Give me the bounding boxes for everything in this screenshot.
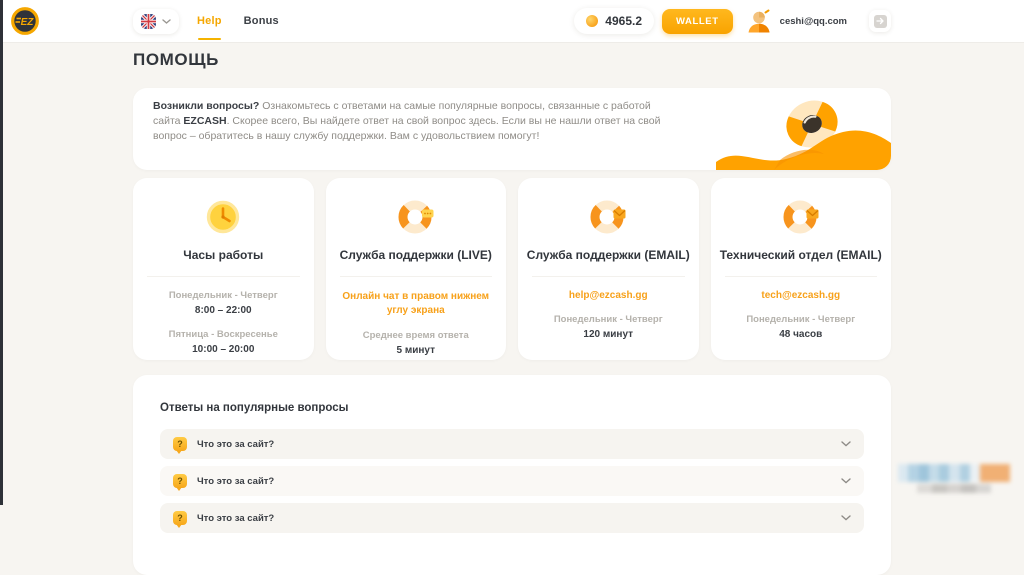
card-title: Технический отдел (EMAIL) [719,248,882,262]
language-dropdown[interactable] [133,8,179,34]
support-cards: Часы работы Понедельник - Четверг 8:00 –… [133,178,891,360]
lifebuoy-mail-icon [711,197,892,237]
response-value: 120 минут [583,329,634,340]
logout-button[interactable] [869,10,891,32]
chevron-down-icon[interactable] [841,515,851,521]
wallet-button[interactable]: WALLET [662,8,733,34]
hours-days: Понедельник - Четверг [168,290,278,301]
response-time-row: Понедельник - Четверг 48 часов [711,314,892,340]
response-days: Понедельник - Четверг [746,314,856,325]
faq-list: ? Что это за сайт? ? Что это за сайт? ? … [133,429,891,533]
tab-help[interactable]: Help [197,15,222,40]
blurred-watermark [898,464,1010,493]
avatar [746,8,772,34]
lifebuoy-waves-illustration [716,100,891,170]
response-label: Среднее время ответа [362,330,469,341]
help-intro-banner: Возникли вопросы? Ознакомьтесь с ответам… [133,88,891,170]
support-email-link[interactable]: help@ezcash.gg [518,290,699,301]
tab-bonus[interactable]: Bonus [244,15,279,27]
banner-intro-bold: Возникли вопросы? [153,100,260,112]
chevron-down-icon[interactable] [841,478,851,484]
faq-item[interactable]: ? Что это за сайт? [160,503,864,533]
card-support-live: Служба поддержки (LIVE) Онлайн чат в пра… [325,178,507,360]
hours-time: 10:00 – 20:00 [192,344,255,355]
lifebuoy-chat-icon [326,197,507,237]
chevron-down-icon[interactable] [841,441,851,447]
lifebuoy-mail-icon [518,197,699,237]
divider [147,276,300,277]
response-time-row: Понедельник - Четверг 120 минут [518,314,699,340]
coin-icon [586,15,599,27]
collapsed-sidebar-edge [0,0,3,505]
ezcash-logo-icon: EZ [11,7,39,35]
account-menu[interactable]: ceshi@qq.com [746,8,847,34]
question-bubble-icon: ? [173,511,187,528]
banner-text: Возникли вопросы? Ознакомьтесь с ответам… [153,99,663,144]
faq-item[interactable]: ? Что это за сайт? [160,466,864,496]
card-tech-email: Технический отдел (EMAIL) tech@ezcash.gg… [710,178,892,360]
ezcash-logo[interactable]: EZ [11,7,39,35]
tech-email-link[interactable]: tech@ezcash.gg [711,290,892,301]
faq-heading: Ответы на популярные вопросы [160,402,349,414]
hours-days: Пятница - Воскресенье [168,329,278,340]
hours-row: Понедельник - Четверг 8:00 – 22:00 [133,290,314,316]
balance-pill[interactable]: 4965.2 [574,8,654,34]
svg-text:EZ: EZ [21,17,35,28]
page-title: ПОМОЩЬ [133,50,219,69]
response-value: 5 минут [396,345,435,356]
faq-item[interactable]: ? Что это за сайт? [160,429,864,459]
card-title: Служба поддержки (EMAIL) [526,248,690,262]
response-days: Понедельник - Четверг [553,314,663,325]
hours-time: 8:00 – 22:00 [194,305,252,316]
faq-question: Что это за сайт? [197,438,275,450]
hours-row: Пятница - Воскресенье 10:00 – 20:00 [133,329,314,355]
banner-brand-bold: EZCASH [183,115,227,127]
card-title: Часы работы [183,248,264,262]
divider [532,276,685,277]
faq-question: Что это за сайт? [197,512,275,524]
question-bubble-icon: ? [173,437,187,454]
divider [339,276,492,277]
card-title: Служба поддержки (LIVE) [339,248,492,262]
response-value: 48 часов [779,329,823,340]
balance-value: 4965.2 [605,14,642,28]
faq-section: Ответы на популярные вопросы ? Что это з… [133,375,891,575]
live-chat-note: Онлайн чат в правом нижнем углу экрана [342,291,490,316]
banner-text-2: . Скорее всего, Вы найдете ответ на свой… [153,115,661,142]
question-bubble-icon: ? [173,474,187,491]
user-email: ceshi@qq.com [779,15,847,27]
card-working-hours: Часы работы Понедельник - Четверг 8:00 –… [133,178,314,360]
clock-icon [133,197,314,237]
uk-flag-icon [141,13,156,29]
card-support-email: Служба поддержки (EMAIL) help@ezcash.gg … [518,178,699,360]
divider [724,276,877,277]
response-time-row: Среднее время ответа 5 минут [326,330,507,356]
header-tabs: Help Bonus [197,0,279,42]
faq-question: Что это за сайт? [197,475,275,487]
top-header: EZ Help Bonus 4965.2 WALLET ceshi@qq.com [3,0,1024,43]
logout-icon [873,14,887,28]
chevron-down-icon [162,18,171,24]
